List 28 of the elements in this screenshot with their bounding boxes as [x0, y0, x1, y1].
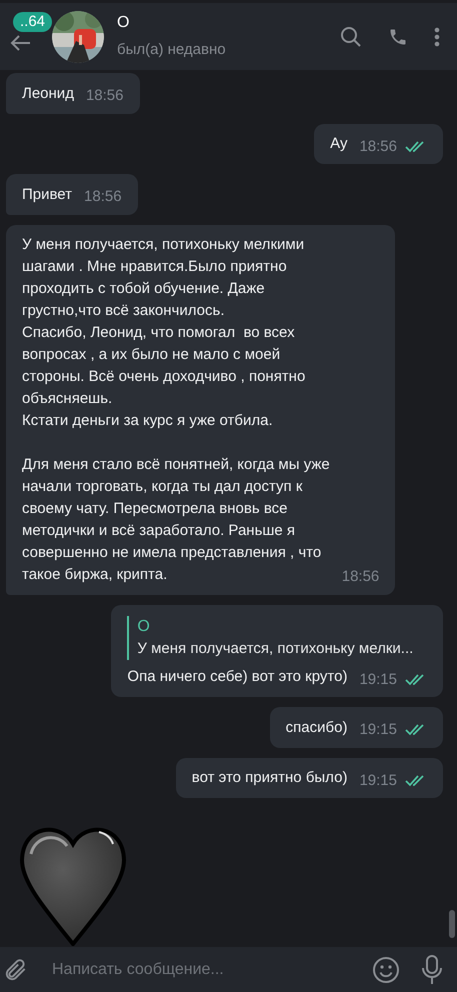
message-text: вот это приятно было) [192, 768, 348, 788]
microphone-icon[interactable] [421, 954, 443, 984]
reply-author: О [137, 616, 151, 636]
message-text: Ау [330, 134, 348, 154]
more-menu-icon[interactable] [434, 26, 440, 46]
message-time: 19:15 [359, 670, 397, 690]
reply-text: У меня получается, потихоньку мелки... [137, 638, 414, 658]
message-text: У меня получается, потихоньку мелкими шагами . Мне нравится.Было приятно проходить с тобой обучение. Даже грустно,что всё закончилось. Спасибо, Леонид, что помогал во всех вопросах , а их было не мало с моей стороны. Всё очень доходчиво , понятно объясняешь. Кстати деньги за курс я уже отбила. Для меня стало всё понятней, когда мы уже начали торговать, когда ты дал доступ к своему чату. Пересмотрела вновь все методички и всё заработало. Раньше я совершенно не имела представления , что такое биржа, крипта. [22, 234, 330, 584]
message-text: спасибо) [286, 718, 348, 738]
message-time: 19:15 [359, 720, 397, 740]
message-time: 18:56 [359, 136, 397, 156]
message-text: Привет [22, 184, 72, 204]
contact-status: был(а) недавно [117, 40, 226, 60]
message-time: 18:56 [342, 567, 380, 587]
message-text: Леонид [22, 84, 74, 104]
message-composer[interactable]: Написать сообщение... [0, 947, 457, 992]
message-time: 18:56 [86, 86, 124, 106]
reply-quote[interactable]: О У меня получается, потихоньку мелки... [127, 616, 427, 660]
unread-badge: ..64 [13, 12, 52, 32]
contact-name: О [117, 13, 130, 33]
message-text: Опа ничего себе) вот это круто) [127, 667, 348, 687]
back-arrow-icon[interactable] [9, 34, 31, 52]
search-icon[interactable] [340, 26, 362, 48]
scrollbar-thumb[interactable] [449, 910, 455, 938]
message-time: 18:56 [84, 187, 122, 207]
emoji-icon[interactable] [372, 956, 400, 984]
phone-icon[interactable] [388, 26, 408, 46]
message-time: 19:15 [359, 770, 397, 790]
